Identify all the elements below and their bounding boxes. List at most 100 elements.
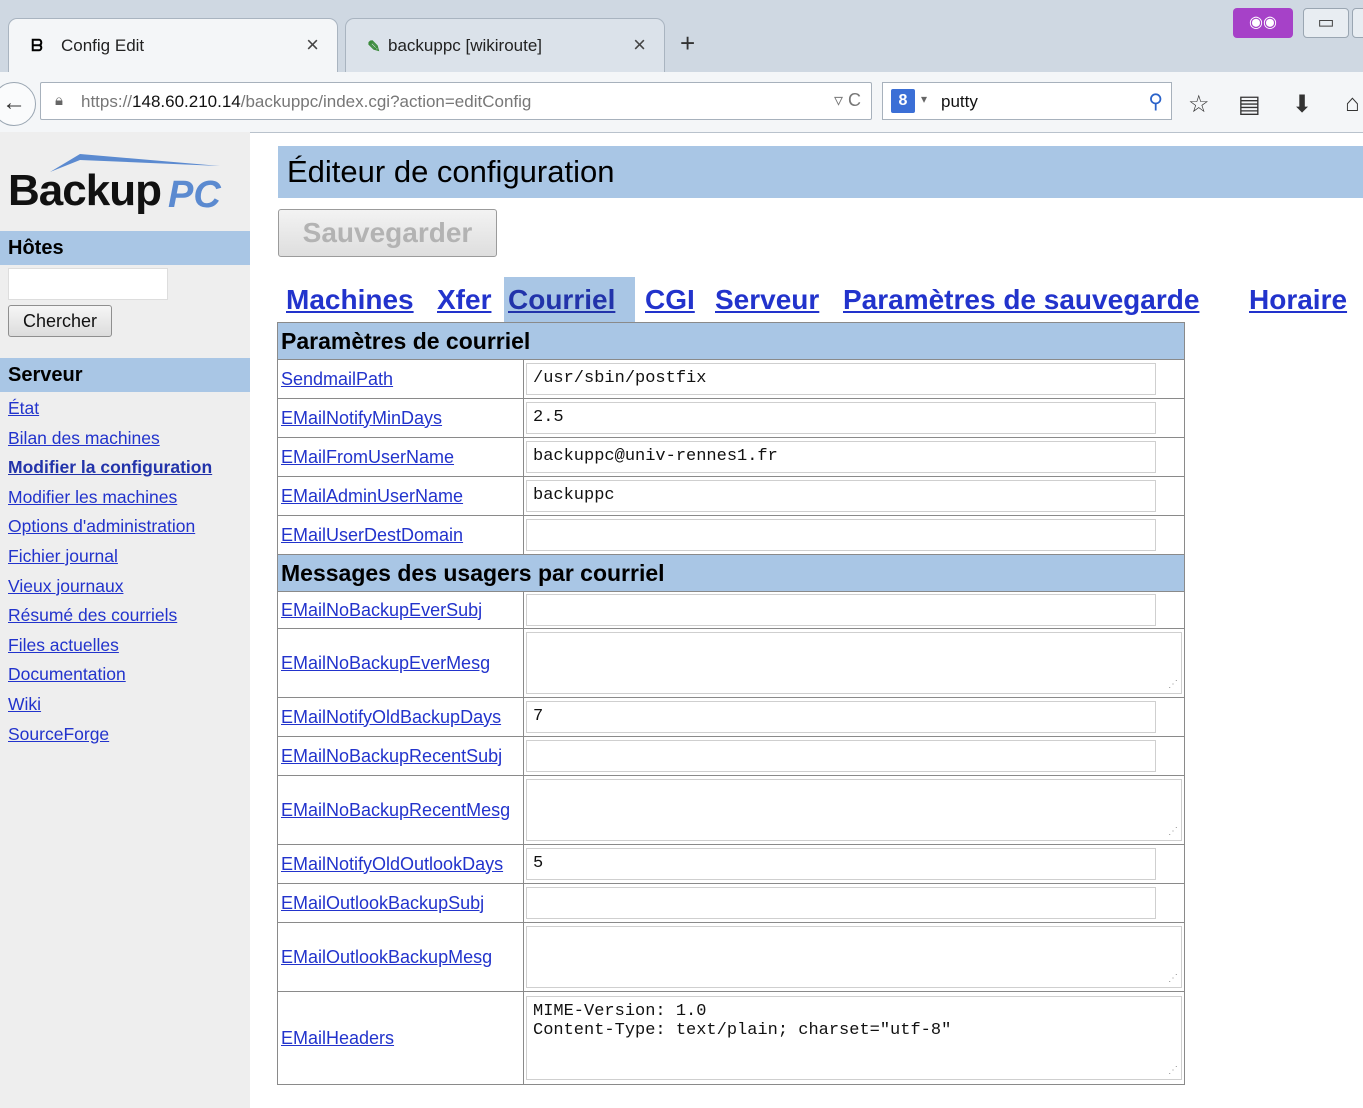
chevron-down-icon[interactable]: ▾ <box>921 92 927 106</box>
sidebar-link-wiki[interactable]: Wiki <box>8 694 212 724</box>
table-row: EMailNoBackupRecentMesg ⋰ <box>277 775 1185 845</box>
value-input[interactable] <box>526 594 1156 626</box>
reading-list-icon[interactable]: ▤ <box>1238 90 1261 119</box>
sidebar-link-log-file[interactable]: Fichier journal <box>8 546 212 576</box>
tab-config-edit[interactable]: ᗷ Config Edit × <box>8 18 338 72</box>
tab-title: Config Edit <box>61 36 145 55</box>
new-tab-button[interactable]: + <box>680 28 695 59</box>
value-textarea[interactable]: ⋰ <box>526 779 1182 841</box>
tab-wikiroute[interactable]: ✎ backuppc [wikiroute] × <box>345 18 665 72</box>
back-arrow-icon[interactable]: ← <box>0 82 36 126</box>
resize-grip-icon[interactable]: ⋰ <box>1168 973 1178 985</box>
close-tab-icon[interactable]: × <box>633 32 646 58</box>
close-tab-icon[interactable]: × <box>306 32 319 58</box>
host-search-input[interactable] <box>8 268 168 300</box>
key-link[interactable]: EMailOutlookBackupMesg <box>281 947 492 967</box>
value-input[interactable]: 7 <box>526 701 1156 733</box>
logo-pc-text: PC <box>168 174 221 216</box>
sidebar-link-old-logs[interactable]: Vieux journaux <box>8 576 212 606</box>
key-link[interactable]: EMailNoBackupEverSubj <box>281 600 482 620</box>
value-input[interactable] <box>526 740 1156 772</box>
google-search-icon[interactable]: 8 <box>891 89 915 113</box>
value-input[interactable]: 5 <box>526 848 1156 880</box>
section-header: Paramètres de courriel <box>277 322 1185 360</box>
table-row: SendmailPath /usr/sbin/postfix <box>277 359 1185 399</box>
sidebar: Backup PC Hôtes Chercher Serveur État Bi… <box>0 132 250 1108</box>
resize-grip-icon[interactable]: ⋰ <box>1168 826 1178 838</box>
key-link[interactable]: EMailNotifyOldOutlookDays <box>281 854 503 874</box>
url-bar[interactable]: 🔒︎ https://148.60.210.14/backuppc/index.… <box>40 82 872 120</box>
table-row: EMailUserDestDomain <box>277 515 1185 555</box>
minimize-icon[interactable]: ▭ <box>1303 8 1349 38</box>
key-link[interactable]: EMailFromUserName <box>281 447 454 467</box>
magnifier-icon[interactable]: ⚲ <box>1148 89 1163 114</box>
key-link[interactable]: EMailNoBackupRecentSubj <box>281 746 502 766</box>
value-input[interactable]: /usr/sbin/postfix <box>526 363 1156 395</box>
backuppc-favicon-icon: ᗷ <box>31 38 43 55</box>
tab-cgi[interactable]: CGI <box>641 277 699 323</box>
key-link[interactable]: EMailAdminUserName <box>281 486 463 506</box>
key-link[interactable]: EMailUserDestDomain <box>281 525 463 545</box>
key-link[interactable]: EMailNoBackupEverMesg <box>281 653 490 673</box>
hosts-heading: Hôtes <box>0 231 250 265</box>
home-icon[interactable]: ⌂ <box>1345 90 1360 118</box>
value-textarea[interactable]: ⋰ <box>526 926 1182 988</box>
section-header: Messages des usagers par courriel <box>277 554 1185 592</box>
value-input[interactable] <box>526 887 1156 919</box>
tab-horaire[interactable]: Horaire <box>1245 277 1351 323</box>
value-input[interactable]: backuppc <box>526 480 1156 512</box>
tab-serveur[interactable]: Serveur <box>711 277 823 323</box>
value-input[interactable] <box>526 519 1156 551</box>
sidebar-link-documentation[interactable]: Documentation <box>8 664 212 694</box>
sidebar-link-sourceforge[interactable]: SourceForge <box>8 724 212 754</box>
key-link[interactable]: SendmailPath <box>281 369 393 389</box>
value-input[interactable]: 2.5 <box>526 402 1156 434</box>
page-title-bar: Éditeur de configuration <box>278 146 1363 198</box>
search-bar[interactable]: 8 ▾ putty ⚲ <box>882 82 1172 120</box>
section-title: Messages des usagers par courriel <box>277 554 1185 592</box>
sidebar-link-current-queues[interactable]: Files actuelles <box>8 635 212 665</box>
resize-grip-icon[interactable]: ⋰ <box>1168 679 1178 691</box>
server-links: État Bilan des machines Modifier la conf… <box>8 398 212 753</box>
backuppc-logo[interactable]: Backup PC <box>8 152 238 222</box>
key-link[interactable]: EMailNotifyOldBackupDays <box>281 707 501 727</box>
table-row: EMailOutlookBackupMesg ⋰ <box>277 922 1185 992</box>
reload-icon[interactable]: ▿ C <box>834 90 861 111</box>
resize-grip-icon[interactable]: ⋰ <box>1168 1065 1178 1077</box>
table-row: EMailAdminUserName backuppc <box>277 476 1185 516</box>
private-mask-icon[interactable]: ◉◉ <box>1233 8 1293 38</box>
key-link[interactable]: EMailHeaders <box>281 1028 394 1048</box>
sidebar-link-email-summary[interactable]: Résumé des courriels <box>8 605 212 635</box>
sidebar-link-edit-hosts[interactable]: Modifier les machines <box>8 487 212 517</box>
value-input[interactable]: backuppc@univ-rennes1.fr <box>526 441 1156 473</box>
key-link[interactable]: EMailNoBackupRecentMesg <box>281 800 510 820</box>
sidebar-link-etat[interactable]: État <box>8 398 212 428</box>
table-row: EMailFromUserName backuppc@univ-rennes1.… <box>277 437 1185 477</box>
value-textarea[interactable]: ⋰ <box>526 632 1182 694</box>
bookmark-star-icon[interactable]: ☆ <box>1188 90 1210 119</box>
key-link[interactable]: EMailOutlookBackupSubj <box>281 893 484 913</box>
value-textarea[interactable]: MIME-Version: 1.0 Content-Type: text/pla… <box>526 996 1182 1080</box>
save-button[interactable]: Sauvegarder <box>278 209 497 257</box>
tab-courriel[interactable]: Courriel <box>504 277 635 323</box>
section-title: Paramètres de courriel <box>277 322 1185 360</box>
lock-icon: 🔒︎ <box>55 92 63 109</box>
sidebar-link-edit-config[interactable]: Modifier la configuration <box>8 457 212 487</box>
table-row: EMailNoBackupEverSubj <box>277 591 1185 629</box>
search-button[interactable]: Chercher <box>8 305 112 337</box>
page-title: Éditeur de configuration <box>287 154 615 189</box>
tab-backup-settings[interactable]: Paramètres de sauvegarde <box>839 277 1203 323</box>
sidebar-link-admin-options[interactable]: Options d'administration <box>8 516 212 546</box>
table-row: EMailNotifyOldBackupDays 7 <box>277 697 1185 737</box>
search-input[interactable]: putty <box>941 92 978 112</box>
table-row: EMailNotifyMinDays 2.5 <box>277 398 1185 438</box>
maximize-icon[interactable] <box>1352 8 1363 38</box>
tab-title: backuppc [wikiroute] <box>388 36 543 55</box>
download-icon[interactable]: ⬇ <box>1292 90 1312 119</box>
tab-xfer[interactable]: Xfer <box>433 277 495 323</box>
navigation-bar: ← 🔒︎ https://148.60.210.14/backuppc/inde… <box>0 72 1363 133</box>
sidebar-link-host-summary[interactable]: Bilan des machines <box>8 428 212 458</box>
tab-strip: ᗷ Config Edit × ✎ backuppc [wikiroute] ×… <box>0 0 1363 72</box>
tab-machines[interactable]: Machines <box>282 277 418 323</box>
key-link[interactable]: EMailNotifyMinDays <box>281 408 442 428</box>
